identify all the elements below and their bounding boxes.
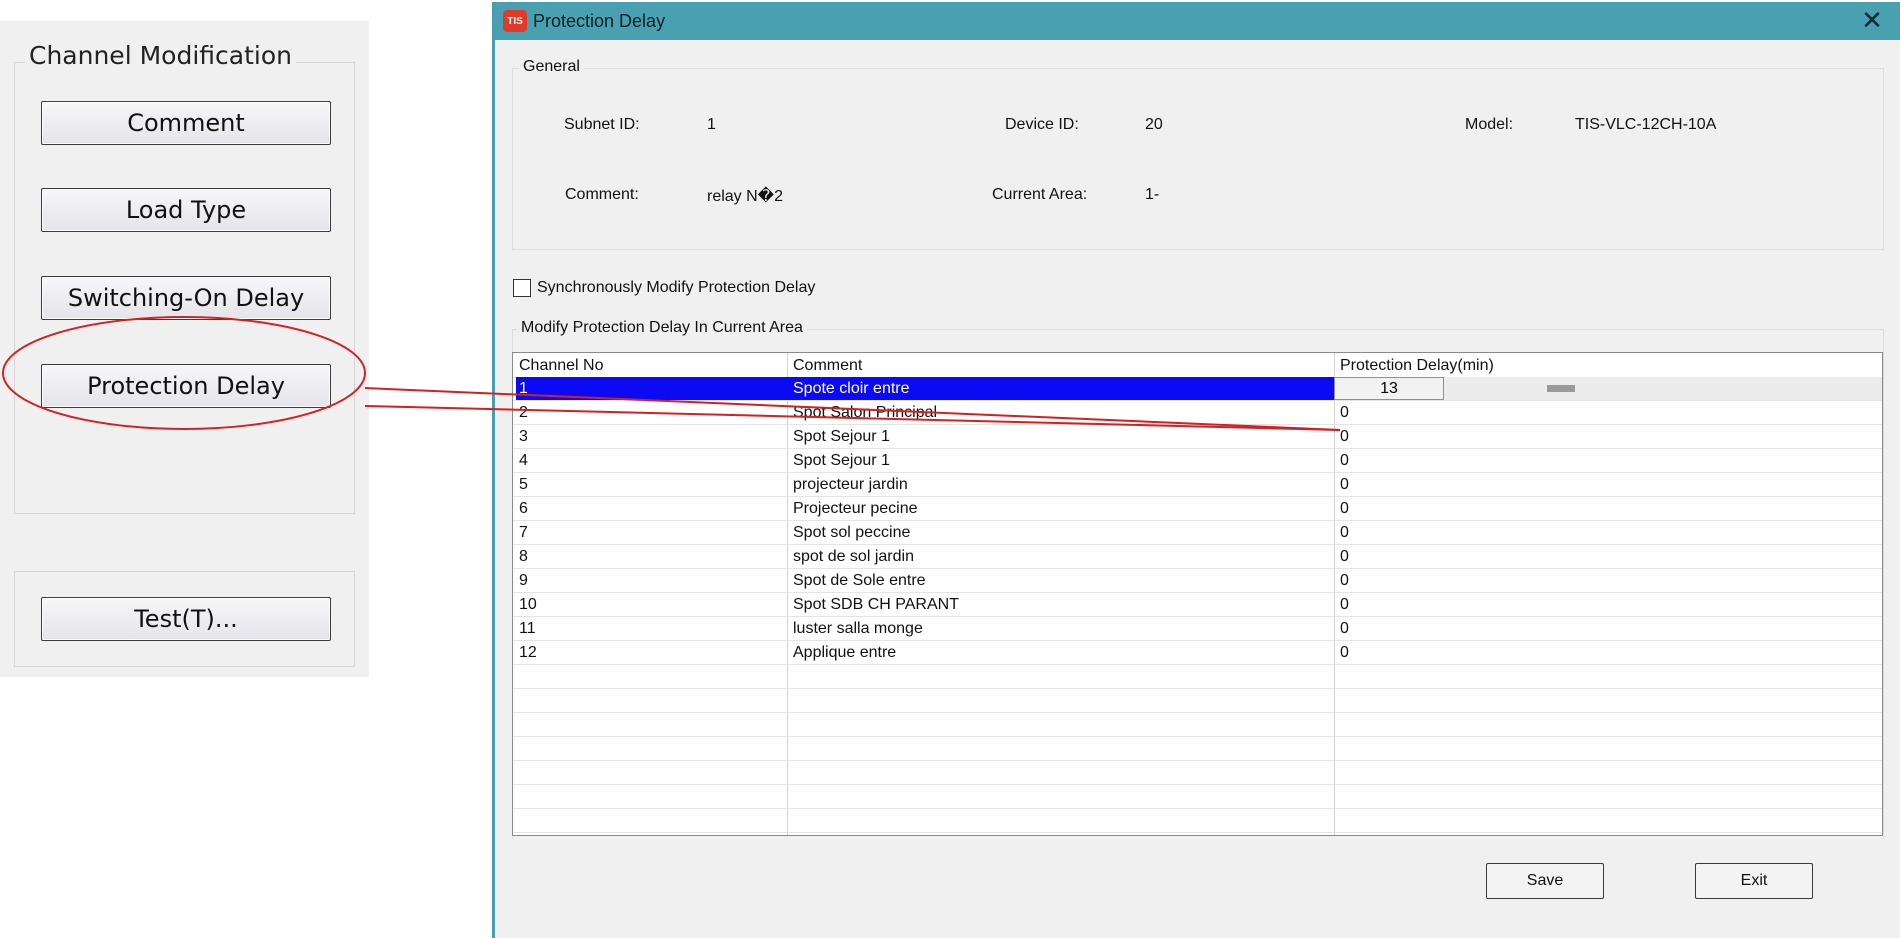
table-row[interactable]: 12 Applique entre 0 [513, 641, 1882, 665]
model-label: Model: [1465, 116, 1514, 133]
cell-comment: Spot de Sole entre [793, 572, 926, 589]
table-row[interactable]: 9 Spot de Sole entre 0 [513, 569, 1882, 593]
current-area-label: Current Area: [992, 186, 1088, 203]
subnet-id-label: Subnet ID: [564, 116, 640, 133]
load-type-button[interactable]: Load Type [41, 188, 331, 232]
comment-label: Comment: [565, 186, 639, 203]
table-row[interactable]: 10 Spot SDB CH PARANT 0 [513, 593, 1882, 617]
protection-delay-dialog: TIS Protection Delay ✕ General Subnet ID… [492, 2, 1900, 938]
edit-handle-icon[interactable] [1547, 385, 1575, 392]
sync-modify-label[interactable]: Synchronously Modify Protection Delay [537, 279, 815, 297]
column-header-channel[interactable]: Channel No [519, 357, 604, 375]
cell-protection-delay[interactable]: 0 [1340, 596, 1349, 614]
cell-protection-delay[interactable]: 0 [1340, 620, 1349, 638]
delay-edit-input[interactable]: 13 [1334, 377, 1444, 400]
table-row[interactable]: 2 Spot Salon Principal 0 [513, 401, 1882, 425]
cell-comment: Applique entre [793, 644, 897, 661]
current-area-value: 1- [1145, 186, 1160, 203]
empty-table-row [513, 689, 1882, 713]
empty-table-row [513, 809, 1882, 833]
cell-comment: Spot SDB CH PARANT [793, 596, 959, 613]
cell-channel-no: 7 [519, 524, 528, 541]
dialog-titlebar[interactable]: TIS Protection Delay ✕ [495, 2, 1900, 40]
cell-protection-delay[interactable]: 0 [1340, 452, 1349, 470]
empty-table-row [513, 737, 1882, 761]
general-group: General [512, 58, 1884, 250]
dialog-title: Protection Delay [533, 10, 666, 31]
cell-channel-no: 5 [519, 476, 528, 493]
table-header: Channel No Comment Protection Delay(min) [513, 353, 1882, 378]
table-row[interactable]: 3 Spot Sejour 1 0 [513, 425, 1882, 449]
cell-protection-delay[interactable]: 0 [1340, 548, 1349, 566]
subnet-id-value: 1 [707, 116, 716, 133]
tis-app-icon: TIS [503, 10, 527, 32]
empty-table-row [513, 785, 1882, 809]
cell-channel-no: 6 [519, 500, 528, 517]
row-selection-highlight [516, 377, 1334, 400]
cell-channel-no: 1 [519, 380, 528, 397]
exit-button[interactable]: Exit [1695, 863, 1813, 899]
cell-comment: Spot sol peccine [793, 524, 911, 541]
model-value: TIS-VLC-12CH-10A [1575, 116, 1717, 133]
modify-delay-legend: Modify Protection Delay In Current Area [517, 319, 807, 337]
protection-delay-table[interactable]: Channel No Comment Protection Delay(min)… [512, 352, 1883, 836]
cell-comment: Spot Salon Principal [793, 404, 938, 421]
empty-table-row [513, 665, 1882, 689]
edit-row-background [1444, 377, 1882, 400]
channel-modification-panel: Channel Modification Comment Load Type S… [0, 21, 369, 677]
channel-modification-title: Channel Modification [25, 41, 296, 70]
cell-channel-no: 10 [519, 596, 537, 613]
cell-protection-delay[interactable]: 0 [1340, 524, 1349, 542]
cell-comment: Spot Sejour 1 [793, 452, 890, 469]
device-id-label: Device ID: [1005, 116, 1079, 133]
cell-comment: Projecteur pecine [793, 500, 918, 517]
test-button[interactable]: Test(T)... [41, 597, 331, 641]
device-id-value: 20 [1145, 116, 1163, 133]
close-icon[interactable]: ✕ [1858, 6, 1886, 34]
table-row[interactable]: 11 luster salla monge 0 [513, 617, 1882, 641]
cell-protection-delay[interactable]: 0 [1340, 428, 1349, 446]
cell-comment: Spote cloir entre [793, 380, 910, 397]
cell-protection-delay[interactable]: 0 [1340, 476, 1349, 494]
cell-protection-delay[interactable]: 0 [1340, 500, 1349, 518]
column-header-delay[interactable]: Protection Delay(min) [1340, 357, 1494, 375]
protection-delay-button[interactable]: Protection Delay [41, 364, 331, 408]
table-row[interactable]: 1 Spote cloir entre 13 [513, 377, 1882, 401]
save-button[interactable]: Save [1486, 863, 1604, 899]
table-row[interactable]: 5 projecteur jardin 0 [513, 473, 1882, 497]
cell-comment: projecteur jardin [793, 476, 908, 493]
sync-modify-checkbox[interactable] [513, 279, 531, 297]
cell-channel-no: 12 [519, 644, 537, 661]
cell-channel-no: 4 [519, 452, 528, 469]
table-row[interactable]: 8 spot de sol jardin 0 [513, 545, 1882, 569]
cell-channel-no: 11 [519, 620, 536, 637]
general-legend: General [519, 58, 584, 76]
cell-channel-no: 2 [519, 404, 528, 421]
empty-table-row [513, 761, 1882, 785]
comment-button[interactable]: Comment [41, 101, 331, 145]
comment-value: relay N�2 [707, 188, 783, 205]
cell-comment: luster salla monge [793, 620, 923, 637]
table-row[interactable]: 7 Spot sol peccine 0 [513, 521, 1882, 545]
column-header-comment[interactable]: Comment [793, 357, 862, 375]
empty-table-row [513, 713, 1882, 737]
cell-comment: Spot Sejour 1 [793, 428, 890, 445]
cell-comment: spot de sol jardin [793, 548, 914, 565]
cell-channel-no: 3 [519, 428, 528, 445]
switching-on-delay-button[interactable]: Switching-On Delay [41, 276, 331, 320]
cell-protection-delay[interactable]: 0 [1340, 644, 1349, 662]
cell-channel-no: 9 [519, 572, 528, 589]
cell-protection-delay[interactable]: 0 [1340, 404, 1349, 422]
cell-protection-delay[interactable]: 0 [1340, 572, 1349, 590]
table-row[interactable]: 6 Projecteur pecine 0 [513, 497, 1882, 521]
table-row[interactable]: 4 Spot Sejour 1 0 [513, 449, 1882, 473]
cell-channel-no: 8 [519, 548, 528, 565]
